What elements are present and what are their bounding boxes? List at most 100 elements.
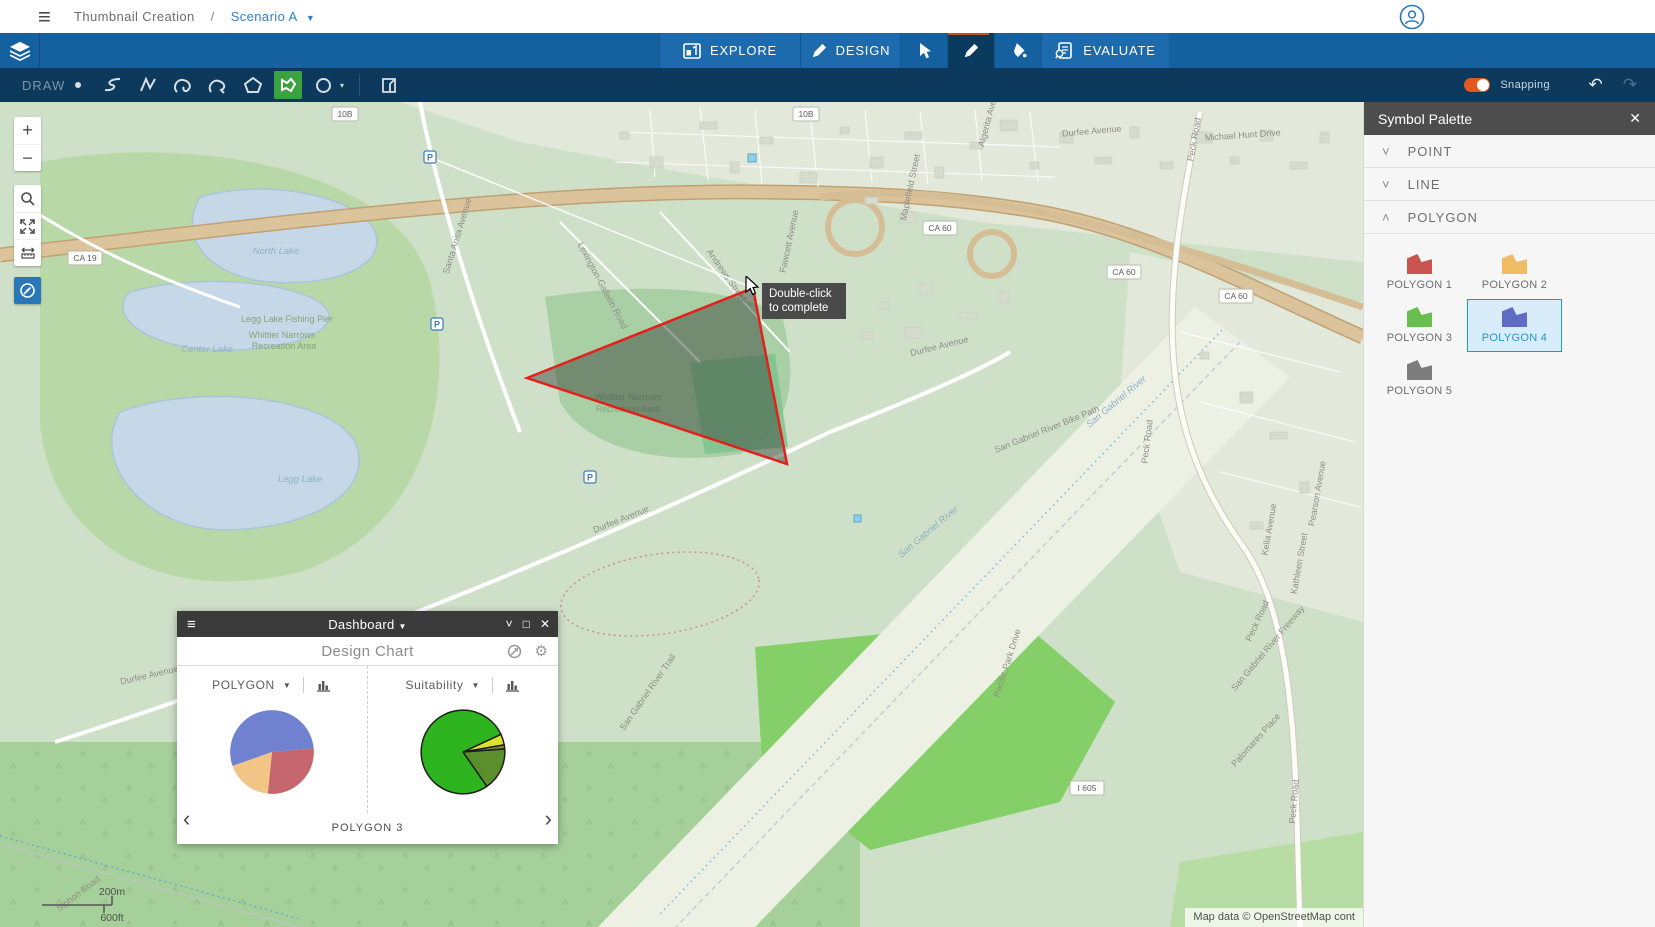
layers-button[interactable] <box>0 33 40 68</box>
top-bar: ≡ Thumbnail Creation / Scenario A ▼ <box>0 0 1655 33</box>
expand-icon <box>20 219 35 234</box>
polygon-field-select[interactable]: POLYGON <box>212 678 275 692</box>
polygon-swatch-icon <box>1407 360 1432 380</box>
mouse-cursor-icon <box>744 276 762 298</box>
polygon-pie-chart[interactable] <box>226 706 318 798</box>
chevron-down-icon: ˅ <box>1382 177 1391 192</box>
chevron-up-icon: ˄ <box>1382 210 1391 225</box>
chart-type-icon[interactable] <box>316 679 331 692</box>
scenario-caret-icon[interactable]: ▼ <box>306 13 315 23</box>
snapping-label: Snapping <box>1500 79 1550 91</box>
redo-icon[interactable]: ↷ <box>1623 75 1637 95</box>
tab-design[interactable]: DESIGN <box>800 33 900 68</box>
map-canvas[interactable]: North LakeCenter LakeLegg LakeLegg Lake … <box>0 102 1363 927</box>
evaluate-report-icon <box>1055 42 1074 59</box>
circle-tool-caret-icon[interactable]: ▾ <box>340 81 344 90</box>
polyline-tool[interactable] <box>134 71 162 99</box>
map-label: Whittier Narrows <box>249 330 316 340</box>
full-extent-button[interactable] <box>14 212 41 239</box>
polygon-swatch-icon <box>1407 307 1432 327</box>
suitability-pie-chart[interactable] <box>417 706 509 798</box>
symbol-palette-title: Symbol Palette <box>1378 111 1472 127</box>
fill-tool-button[interactable] <box>994 33 1041 68</box>
field-dropdown-caret-icon[interactable]: ▼ <box>471 681 480 690</box>
search-button[interactable] <box>14 185 41 212</box>
breadcrumb-project[interactable]: Thumbnail Creation <box>74 9 195 24</box>
dashboard-menu-icon[interactable]: ≡ <box>187 616 196 633</box>
polygon-swatch-grid: POLYGON 1POLYGON 2 POLYGON 3 POLYGON 4 POLY… <box>1364 234 1564 405</box>
symbol-palette-header: Symbol Palette ✕ <box>1364 102 1655 135</box>
swatch-polygon-2[interactable]: POLYGON 2 <box>1467 246 1562 299</box>
breadcrumb: Thumbnail Creation / Scenario A ▼ <box>74 9 315 24</box>
section-line[interactable]: ˅ LINE <box>1364 168 1655 201</box>
measure-icon <box>20 246 36 260</box>
close-window-icon[interactable]: ✕ <box>540 617 550 631</box>
dashboard-gauge-button[interactable] <box>14 277 41 304</box>
visibility-icon[interactable] <box>507 644 522 659</box>
polygon-swatch-icon <box>1407 254 1432 274</box>
section-point[interactable]: ˅ POINT <box>1364 135 1655 168</box>
snapping-toggle[interactable] <box>1464 78 1490 92</box>
swatch-polygon-5[interactable]: POLYGON 5 <box>1372 352 1467 405</box>
select-arrow-icon <box>917 42 932 60</box>
carousel-prev-icon[interactable]: ‹ <box>183 806 190 832</box>
point-tool[interactable] <box>64 71 92 99</box>
zoom-in-button[interactable]: + <box>14 117 41 144</box>
chart-type-icon[interactable] <box>505 679 520 692</box>
swatch-polygon-3[interactable]: POLYGON 3 <box>1372 299 1467 352</box>
polygon-tool[interactable] <box>239 71 267 99</box>
gauge-icon <box>19 282 36 299</box>
freehand-line-tool[interactable] <box>99 71 127 99</box>
map-attribution: Map data © OpenStreetMap cont <box>1185 908 1363 927</box>
dashboard-window: ≡ Dashboard▼ ˅ □ ✕ Design Chart ⚙ ‹ › <box>177 611 558 844</box>
pie-slice-polygon-red[interactable] <box>268 748 314 794</box>
chart-settings-gear-icon[interactable]: ⚙ <box>535 642 548 660</box>
swatch-label: POLYGON 3 <box>1387 332 1452 344</box>
route-shield-label: CA 60 <box>1112 267 1135 277</box>
carousel-page-label: POLYGON 3 <box>177 813 558 843</box>
breadcrumb-scenario[interactable]: Scenario A <box>231 9 297 24</box>
chevron-down-icon: ˅ <box>1382 144 1391 159</box>
suitability-field-select[interactable]: Suitability <box>406 678 464 692</box>
freehand-shape-tool[interactable] <box>204 71 232 99</box>
user-avatar[interactable] <box>1399 4 1425 30</box>
layers-icon <box>9 41 31 61</box>
tab-explore[interactable]: EXPLORE <box>659 33 800 68</box>
map-label: North Lake <box>253 246 299 257</box>
route-shield-label: 10B <box>798 109 813 119</box>
section-line-label: LINE <box>1408 177 1441 192</box>
swatch-polygon-4[interactable]: POLYGON 4 <box>1467 299 1562 352</box>
undo-icon[interactable]: ↶ <box>1589 75 1603 95</box>
field-dropdown-caret-icon[interactable]: ▼ <box>283 681 292 690</box>
paint-bucket-icon <box>1009 42 1027 59</box>
tab-evaluate-label: EVALUATE <box>1083 43 1155 58</box>
swatch-polygon-1[interactable]: POLYGON 1 <box>1372 246 1467 299</box>
autocomplete-polygon-tool-active[interactable] <box>274 71 302 99</box>
measure-button[interactable] <box>14 239 41 266</box>
zoom-out-button[interactable]: − <box>14 144 41 171</box>
collapse-window-icon[interactable]: ˅ <box>506 617 513 631</box>
map-label: Recreation Area <box>252 341 317 351</box>
search-icon <box>20 191 36 207</box>
swatch-label: POLYGON 4 <box>1482 332 1547 344</box>
dashboard-titlebar[interactable]: ≡ Dashboard▼ ˅ □ ✕ <box>177 611 558 637</box>
freehand-polygon-tool[interactable] <box>169 71 197 99</box>
draw-pencil-icon <box>963 43 979 59</box>
route-shield-label: CA 60 <box>928 223 951 233</box>
dashboard-title[interactable]: Dashboard▼ <box>328 617 407 632</box>
maximize-window-icon[interactable]: □ <box>523 617 530 631</box>
map-label: Legg Lake <box>278 474 322 485</box>
draw-tool-button-active[interactable] <box>947 33 994 68</box>
carousel-next-icon[interactable]: › <box>545 806 552 832</box>
dashboard-title-text: Dashboard <box>328 617 394 632</box>
section-polygon[interactable]: ˄ POLYGON <box>1364 201 1655 234</box>
circle-tool[interactable] <box>309 71 337 99</box>
close-panel-icon[interactable]: ✕ <box>1629 110 1641 127</box>
select-tool-button[interactable] <box>900 33 947 68</box>
tab-evaluate[interactable]: EVALUATE <box>1041 33 1169 68</box>
dashboard-body: ‹ › POLYGON ▼ Suitability ▼ <box>177 666 558 813</box>
polygon-swatch-icon <box>1502 307 1527 327</box>
study-area-tool[interactable] <box>375 71 403 99</box>
map-label: Center Lake <box>181 344 233 355</box>
app-menu-icon[interactable]: ≡ <box>38 4 51 30</box>
